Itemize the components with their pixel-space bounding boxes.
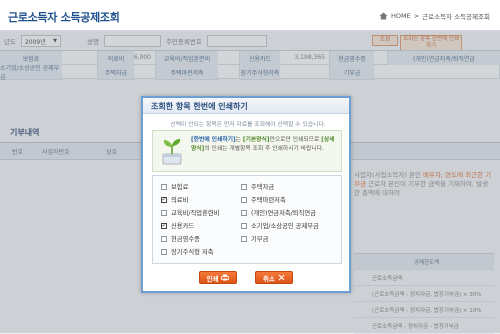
print-dialog: 조회한 항목 한번에 인쇄하기 선택이 안되는 항목은 먼저 자료를 조회해야 …	[141, 96, 351, 293]
info-text-part: 의 인쇄는 개별항목 조회 후 인쇄하시기 바랍니다.	[204, 145, 324, 152]
option-label: 의료비	[171, 197, 189, 204]
breadcrumb: HOME > 근로소득자 소득공제조회	[379, 11, 490, 21]
info-text-part: 만으로만 인쇄되므로	[269, 137, 322, 143]
breadcrumb-current: 근로소득자 소득공제조회	[422, 13, 490, 21]
option-housing-fund[interactable]: 주택자금	[241, 182, 274, 191]
dialog-subtitle: 선택이 안되는 항목은 먼저 자료를 조회해야 선택할 수 있습니다.	[170, 122, 326, 128]
option-medical[interactable]: ✓ 의료비	[161, 195, 188, 204]
option-credit-card[interactable]: ✓ 신용카드	[161, 221, 194, 230]
option-label: 교육비/직업훈련비	[171, 210, 220, 217]
checkbox[interactable]	[161, 183, 167, 190]
page-title: 근로소득자 소득공제조회	[8, 11, 120, 24]
checkbox[interactable]	[241, 183, 247, 190]
info-text-part: 는	[235, 137, 243, 143]
close-icon	[278, 274, 285, 281]
checkbox[interactable]: ✓	[161, 222, 167, 229]
option-donation[interactable]: 기부금	[241, 234, 268, 243]
info-text: [한번에 인쇄하기]는 [기본양식]만으로만 인쇄되므로 [상세양식]의 인쇄는…	[191, 136, 337, 153]
printer-icon	[221, 274, 230, 281]
page-header: 근로소득자 소득공제조회 HOME > 근로소득자 소득공제조회	[0, 0, 500, 31]
option-education[interactable]: 교육비/직업훈련비	[161, 208, 219, 217]
checkbox[interactable]	[241, 196, 247, 203]
option-cash-receipt[interactable]: 현금영수증	[161, 234, 200, 243]
cancel-button-label: 취소	[263, 274, 275, 283]
option-label: 소기업/소상공인 공제부금	[251, 223, 319, 230]
option-label: 보험료	[171, 184, 189, 191]
option-insurance[interactable]: 보험료	[161, 182, 188, 191]
dialog-buttons: 인쇄 취소	[143, 271, 349, 284]
option-label: 신용카드	[171, 223, 195, 230]
checkbox[interactable]	[241, 209, 247, 216]
print-button-label: 인쇄	[206, 274, 219, 283]
option-long-term-stock[interactable]: 장기주식형 저축	[161, 247, 214, 256]
checkbox[interactable]	[161, 235, 167, 242]
option-label: 주택자금	[251, 184, 275, 191]
info-highlight: [한번에 인쇄하기]	[191, 137, 236, 143]
option-housing-savings[interactable]: 주택마련저축	[241, 195, 286, 204]
sprout-icon	[162, 139, 182, 165]
checkbox[interactable]	[241, 222, 247, 229]
cancel-button[interactable]: 취소	[255, 271, 293, 284]
option-label: 기부금	[251, 236, 269, 243]
checkbox[interactable]	[161, 248, 167, 255]
page: 근로소득자 소득공제조회 HOME > 근로소득자 소득공제조회 년도 2009…	[0, 0, 500, 334]
option-label: (개인)연금저축/퇴직연금	[251, 210, 316, 217]
info-highlight: [기본양식]	[242, 137, 270, 143]
info-box: [한번에 인쇄하기]는 [기본양식]만으로만 인쇄되므로 [상세양식]의 인쇄는…	[152, 130, 342, 172]
checkbox[interactable]	[241, 235, 247, 242]
print-button[interactable]: 인쇄	[199, 271, 237, 284]
option-small-business[interactable]: 소기업/소상공인 공제부금	[241, 221, 319, 230]
option-label: 현금영수증	[171, 236, 200, 243]
breadcrumb-home[interactable]: HOME	[391, 12, 411, 20]
dialog-titlebar: 조회한 항목 한번에 인쇄하기	[143, 98, 349, 114]
checkbox[interactable]	[161, 209, 167, 216]
home-icon[interactable]	[379, 12, 388, 20]
option-label: 장기주식형 저축	[171, 249, 214, 256]
option-pension[interactable]: (개인)연금저축/퇴직연금	[241, 208, 316, 217]
breadcrumb-separator: >	[413, 12, 420, 20]
checkbox[interactable]: ✓	[161, 196, 167, 203]
dialog-title: 조회한 항목 한번에 인쇄하기	[151, 102, 248, 111]
options-list: 보험료 ✓ 의료비 교육비/직업훈련비 ✓ 신용카드 현금영수증 장기주식형 저…	[152, 175, 342, 264]
option-label: 주택마련저축	[251, 197, 286, 204]
